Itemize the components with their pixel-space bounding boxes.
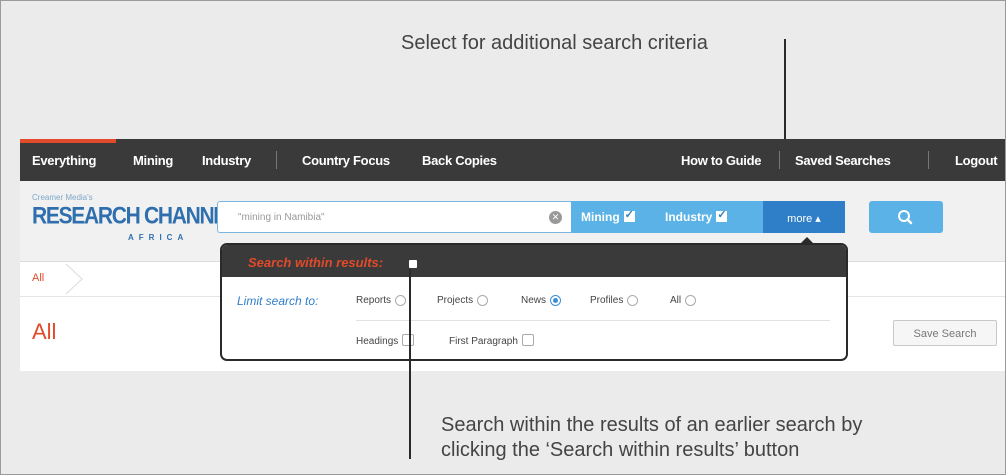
option-projects-label: Projects xyxy=(437,295,474,306)
option-news-label: News xyxy=(521,295,547,306)
filter-mining[interactable]: Mining xyxy=(581,208,635,224)
clear-search-icon[interactable]: ✕ xyxy=(549,211,562,224)
logo-region: AFRICA xyxy=(128,233,189,242)
nav-country-focus[interactable]: Country Focus xyxy=(302,153,390,168)
option-headings[interactable]: Headings xyxy=(356,334,415,347)
option-profiles-radio[interactable] xyxy=(627,295,639,306)
breadcrumb-all[interactable]: All xyxy=(32,272,44,284)
filter-mining-label: Mining xyxy=(581,210,620,224)
search-query-text: "mining in Namibia" xyxy=(238,212,325,223)
nav-separator xyxy=(928,151,929,169)
nav-saved-searches[interactable]: Saved Searches xyxy=(795,153,891,168)
search-input[interactable]: "mining in Namibia" ✕ xyxy=(217,201,573,233)
search-button[interactable] xyxy=(869,201,943,233)
callout-line-1: Search within the results of an earlier … xyxy=(441,414,863,436)
dropdown-divider xyxy=(356,320,830,321)
option-profiles-label: Profiles xyxy=(590,295,624,306)
search-within-checkbox[interactable] xyxy=(409,260,417,268)
search-icon xyxy=(898,210,913,225)
option-headings-label: Headings xyxy=(356,336,399,347)
page-title: All xyxy=(32,319,57,344)
nav-mining[interactable]: Mining xyxy=(133,153,173,168)
callout-line-2: clicking the ‘Search within results’ but… xyxy=(441,439,800,461)
search-within-label: Search within results: xyxy=(248,255,384,270)
nav-industry[interactable]: Industry xyxy=(202,153,251,168)
option-first-paragraph-label: First Paragraph xyxy=(449,336,518,347)
option-all[interactable]: All xyxy=(670,295,697,306)
breadcrumb-chevron-icon xyxy=(65,264,83,294)
option-first-paragraph-checkbox[interactable] xyxy=(521,334,534,346)
nav-logout[interactable]: Logout xyxy=(955,153,998,168)
callout-search-within: Search within the results of an earlier … xyxy=(441,413,981,463)
limit-search-label: Limit search to: xyxy=(237,294,319,308)
tutorial-figure: Select for additional search criteria Ev… xyxy=(0,0,1006,475)
logo-name: RESEARCH CHANNEL xyxy=(32,203,239,230)
option-all-label: All xyxy=(670,295,682,306)
advanced-search-dropdown: Search within results: Limit search to: … xyxy=(220,243,848,361)
filter-mining-checkbox[interactable] xyxy=(623,208,635,222)
option-reports[interactable]: Reports xyxy=(356,295,407,306)
logo-publisher: Creamer Media's xyxy=(32,193,93,202)
filter-chips: Mining Industry xyxy=(571,201,763,233)
nav-back-copies[interactable]: Back Copies xyxy=(422,153,497,168)
option-news[interactable]: News xyxy=(521,295,562,306)
leader-line-search-within xyxy=(409,269,411,459)
more-options-button[interactable]: more ▴ xyxy=(763,201,845,244)
nav-how-to-guide[interactable]: How to Guide xyxy=(681,153,761,168)
option-all-radio[interactable] xyxy=(685,295,697,306)
option-news-radio[interactable] xyxy=(550,295,562,306)
save-search-button[interactable]: Save Search xyxy=(893,320,997,346)
option-projects-radio[interactable] xyxy=(477,295,489,306)
option-projects[interactable]: Projects xyxy=(437,295,489,306)
nav-everything[interactable]: Everything xyxy=(32,153,96,168)
nav-separator xyxy=(779,151,780,169)
search-within-header: Search within results: xyxy=(222,245,846,277)
option-reports-label: Reports xyxy=(356,295,392,306)
active-tab-indicator xyxy=(20,139,116,143)
filter-industry-label: Industry xyxy=(665,210,713,224)
option-first-paragraph[interactable]: First Paragraph xyxy=(449,334,534,347)
option-reports-radio[interactable] xyxy=(395,295,407,306)
callout-more-options: Select for additional search criteria xyxy=(401,32,708,54)
nav-separator xyxy=(276,151,277,169)
research-channel-logo[interactable]: Creamer Media's RESEARCH CHANNEL AFRICA xyxy=(32,193,239,253)
option-profiles[interactable]: Profiles xyxy=(590,295,639,306)
filter-industry-checkbox[interactable] xyxy=(716,208,728,222)
top-navbar: Everything Mining Industry Country Focus… xyxy=(20,139,1005,181)
filter-industry[interactable]: Industry xyxy=(665,208,728,224)
